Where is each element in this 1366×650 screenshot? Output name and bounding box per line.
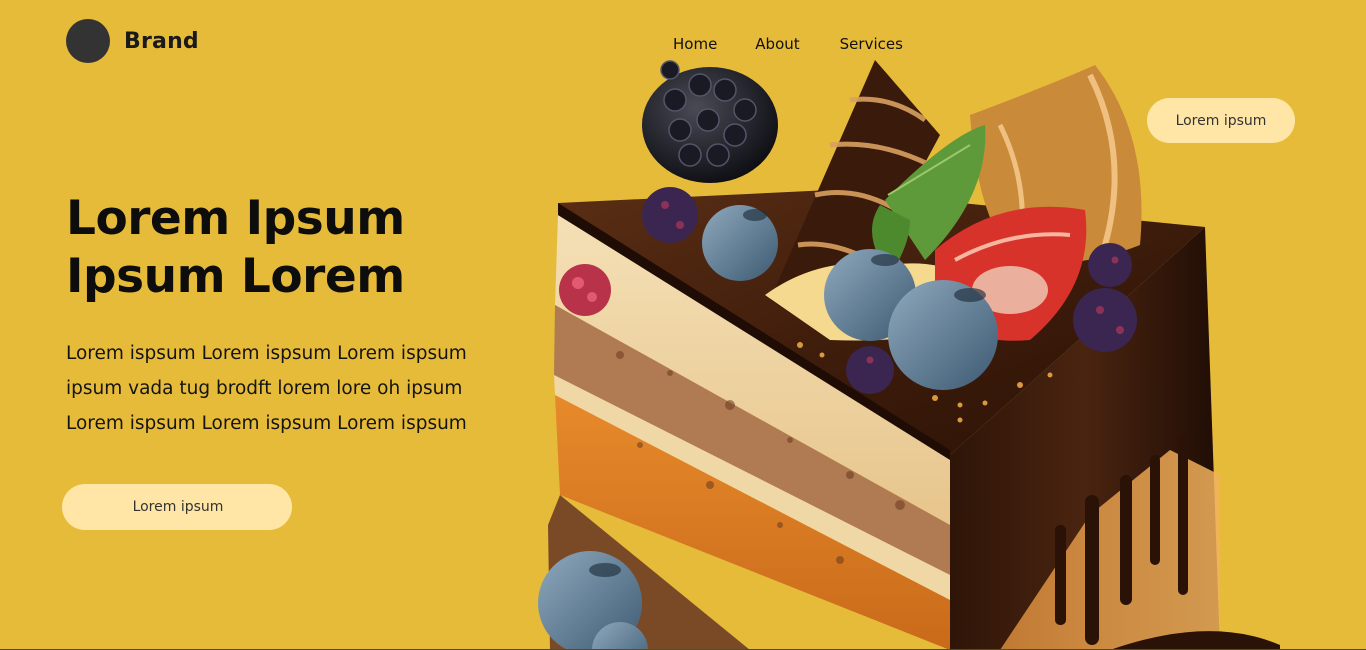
hero-description-line: Lorem ispsum Lorem ispsum Lorem ispsum [66, 413, 467, 434]
nav-item-home[interactable]: Home [673, 34, 717, 54]
blackberry [642, 60, 778, 183]
landing-page: Brand Home About Services Lorem ipsum Lo… [0, 0, 1366, 650]
hero-description-line: ipsum vada tug brodft lorem lore oh ipsu… [66, 378, 463, 399]
nav-item-about[interactable]: About [755, 34, 799, 54]
brand[interactable]: Brand [66, 19, 199, 63]
brand-name: Brand [124, 28, 199, 54]
brand-logo [66, 19, 110, 63]
main-nav: Home About Services [673, 34, 903, 54]
hero-cta-button[interactable]: Lorem ipsum [62, 484, 292, 530]
hero-title: Lorem Ipsum Ipsum Lorem [66, 191, 405, 304]
nav-item-services[interactable]: Services [840, 34, 903, 54]
hero-description-line: Lorem ispsum Lorem ispsum Lorem ispsum [66, 343, 467, 364]
hero-description: Lorem ispsum Lorem ispsum Lorem ispsum i… [66, 336, 506, 441]
cake-illustration [538, 60, 1280, 649]
